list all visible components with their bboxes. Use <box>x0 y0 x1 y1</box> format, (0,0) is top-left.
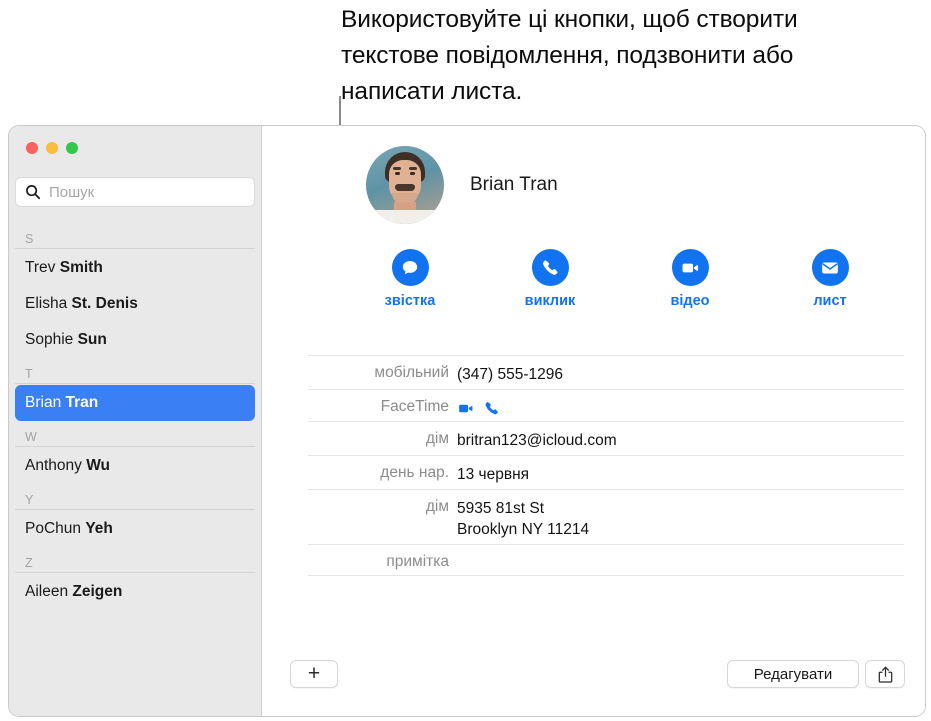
contacts-window: Пошук S Trev Smith Elisha St. Denis Sophie … <box>8 125 926 717</box>
contact-last-name: Zeigen <box>72 583 123 600</box>
close-button[interactable] <box>26 142 38 154</box>
contact-first-name: Anthony <box>25 457 87 474</box>
field-value[interactable] <box>457 394 500 417</box>
phone-icon <box>542 259 558 275</box>
contact-first-name: Brian <box>25 394 66 411</box>
contact-first-name: Elisha <box>25 295 72 312</box>
bottom-toolbar: + Редагувати <box>262 652 925 716</box>
page-title: Brian Tran <box>470 174 558 195</box>
section-header-s: S <box>15 223 255 249</box>
search-input[interactable]: Пошук <box>15 177 255 207</box>
action-button-circle <box>391 249 429 286</box>
search-placeholder: Пошук <box>49 183 95 201</box>
callout-text: Використовуйте ці кнопки, щоб створити т… <box>341 6 798 105</box>
action-button-circle <box>671 249 709 286</box>
phone-icon[interactable] <box>483 400 500 417</box>
field-label: дім <box>425 430 449 447</box>
list-item[interactable]: Elisha St. Denis <box>15 286 255 322</box>
list-item[interactable]: Trev Smith <box>15 250 255 286</box>
field-row: день нар. 13 червня <box>308 456 904 490</box>
field-value: britran123@icloud.com <box>457 432 617 449</box>
contact-last-name: Smith <box>59 259 103 276</box>
field-label: дім <box>425 498 449 515</box>
action-button-відео[interactable]: відео <box>646 249 734 309</box>
action-button-label: звістка <box>384 293 436 309</box>
avatar[interactable] <box>366 146 444 224</box>
field-row: FaceTime <box>308 390 904 422</box>
envelope-icon <box>822 262 838 273</box>
contact-list[interactable]: S Trev Smith Elisha St. Denis Sophie Sun T Br… <box>9 223 261 716</box>
contact-last-name: St. Denis <box>71 295 138 312</box>
field-value: (347) 555-1296 <box>457 366 563 383</box>
action-button-circle <box>531 249 569 286</box>
field-value: 13 червня <box>457 466 530 483</box>
contact-last-name: Sun <box>77 331 107 348</box>
list-item[interactable]: Aileen Zeigen <box>15 574 255 610</box>
field-value: 5935 81st St Brooklyn NY 11214 <box>457 494 589 540</box>
field-row: дім 5935 81st St Brooklyn NY 11214 <box>308 490 904 545</box>
contact-first-name: Trev <box>25 259 60 276</box>
section-header-w: W <box>15 421 255 447</box>
contact-detail-pane: Brian Tran звістка виклик відео лист мобіль… <box>262 126 925 716</box>
address-line-2: Brooklyn NY 11214 <box>457 521 590 538</box>
field-label: примітка <box>386 553 449 570</box>
list-item[interactable]: PoChun Yeh <box>15 511 255 547</box>
contact-last-name: Tran <box>65 394 99 411</box>
action-buttons: звістка виклик відео лист <box>366 249 874 309</box>
contact-first-name: Aileen <box>25 583 73 600</box>
traffic-lights <box>26 142 78 154</box>
minimize-button[interactable] <box>46 142 58 154</box>
plus-icon: + <box>307 661 321 685</box>
field-row: дім britran123@icloud.com <box>308 422 904 456</box>
action-button-label: виклик <box>524 293 576 309</box>
action-button-виклик[interactable]: виклик <box>506 249 594 309</box>
list-item[interactable]: Anthony Wu <box>15 448 255 484</box>
field-row: мобільний (347) 555-1296 <box>308 355 904 390</box>
contact-last-name: Wu <box>86 457 111 474</box>
contact-first-name: PoChun <box>25 520 86 537</box>
address-line-1: 5935 81st St <box>457 500 545 517</box>
section-header-z: Z <box>15 547 255 573</box>
screenshot-root: Використовуйте ці кнопки, щоб створити т… <box>0 0 931 721</box>
sidebar: Пошук S Trev Smith Elisha St. Denis Sophie … <box>9 126 262 716</box>
video-camera-icon[interactable] <box>457 400 474 417</box>
contact-fields: мобільний (347) 555-1296 FaceTime дім britra… <box>308 355 904 576</box>
search-icon <box>26 185 41 200</box>
add-contact-button[interactable]: + <box>290 660 338 688</box>
section-header-y: Y <box>15 484 255 510</box>
message-bubble-icon <box>402 260 418 274</box>
contact-last-name: Yeh <box>85 520 113 537</box>
action-button-label: відео <box>670 293 710 309</box>
list-item[interactable]: Sophie Sun <box>15 322 255 358</box>
action-button-circle <box>811 249 849 286</box>
contact-first-name: Sophie <box>25 331 78 348</box>
field-label: FaceTime <box>380 398 449 415</box>
video-camera-icon <box>682 263 699 272</box>
section-header-t: T <box>15 358 255 384</box>
zoom-button[interactable] <box>66 142 78 154</box>
field-label: мобільний <box>374 364 449 381</box>
action-button-label: лист <box>813 293 847 309</box>
action-button-звістка[interactable]: звістка <box>366 249 454 309</box>
share-icon <box>878 666 892 683</box>
share-button[interactable] <box>865 660 905 688</box>
action-button-лист[interactable]: лист <box>786 249 874 309</box>
contact-header: Brian Tran <box>366 146 558 224</box>
edit-button-label: Редагувати <box>753 665 833 683</box>
edit-button[interactable]: Редагувати <box>727 660 859 688</box>
field-row: примітка <box>308 545 904 576</box>
field-label: день нар. <box>380 464 449 481</box>
list-item[interactable]: Brian Tran <box>15 385 255 421</box>
